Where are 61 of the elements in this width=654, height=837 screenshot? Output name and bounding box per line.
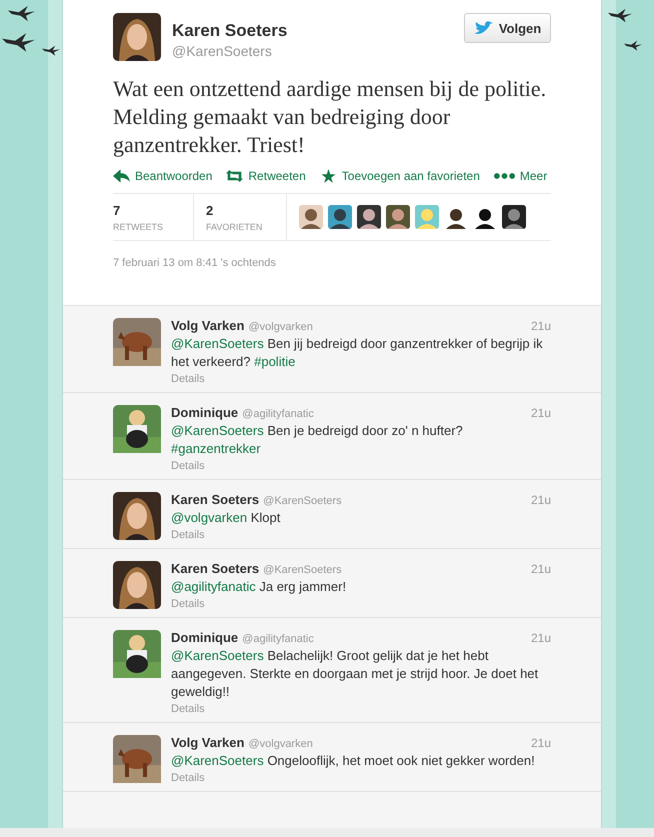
user-handle: @KarenSoeters: [172, 43, 273, 59]
tweet-text: Wat een ontzettend aardige mensen bij de politie. Melding gemaakt van bedreiging door ganzentrekker. Triest!: [113, 75, 548, 159]
bird-icon: [608, 8, 632, 22]
reply-link[interactable]: #ganzentrekker: [171, 441, 261, 456]
reply-text: @KarenSoeters Ben je bedreigd door zo' n hufter? #ganzentrekker: [171, 422, 464, 458]
reply-link[interactable]: @KarenSoeters: [171, 423, 264, 438]
details-link[interactable]: Details: [171, 372, 551, 386]
reply-link[interactable]: @volgvarken: [171, 510, 248, 525]
reply-time: 21u: [530, 493, 551, 507]
bird-icon: [624, 40, 642, 51]
stat-label: FAVORIETEN: [206, 222, 264, 232]
details-link[interactable]: Details: [171, 702, 551, 716]
details-link[interactable]: Details: [171, 771, 551, 785]
reply-link[interactable]: @KarenSoeters: [171, 648, 264, 663]
bird-icon: [2, 32, 35, 52]
reply-time: 21u: [530, 406, 551, 420]
reply-text: @KarenSoeters Ongelooflijk, het moet ook niet gekker worden!: [171, 752, 536, 770]
bird-icon: [8, 5, 35, 22]
reply-text: @agilityfanatic Ja erg jammer!: [171, 578, 348, 596]
stat-count: 2: [206, 203, 214, 218]
user-name[interactable]: Volg Varken: [171, 318, 244, 333]
reply-time: 21u: [530, 736, 551, 750]
more-link[interactable]: Meer: [494, 169, 548, 183]
reply-link[interactable]: @KarenSoeters: [171, 336, 264, 351]
reply-time: 21u: [530, 562, 551, 576]
retweet-link[interactable]: Retweeten: [226, 169, 306, 183]
user-name[interactable]: Karen Soeters: [171, 492, 260, 507]
reply-link[interactable]: @agilityfanatic: [171, 579, 256, 594]
user-name[interactable]: Karen Soeters: [171, 561, 260, 576]
user-name[interactable]: Volg Varken: [171, 735, 244, 750]
reply-time: 21u: [530, 631, 551, 645]
bird-icon: [474, 20, 493, 36]
more-icon: [494, 173, 515, 179]
reply-text: @volgvarken Klopt: [171, 509, 282, 527]
user-name[interactable]: Dominique: [171, 630, 238, 645]
user-name: Karen Soeters: [172, 21, 288, 41]
favorite-link[interactable]: Toevoegen aan favorieten: [320, 169, 480, 183]
details-link[interactable]: Details: [171, 459, 551, 473]
user-handle[interactable]: @KarenSoeters: [263, 495, 342, 507]
follow-button[interactable]: Volgen: [464, 13, 551, 43]
details-link[interactable]: Details: [171, 597, 551, 611]
stat-label: RETWEETS: [113, 222, 164, 232]
reply-text: @KarenSoeters Ben jij bedreigd door ganzentrekker of begrijp ik het verkeerd? #politie: [171, 335, 544, 371]
reply-link[interactable]: Beantwoorden: [113, 169, 212, 183]
retweet-icon: [226, 169, 244, 183]
user-handle[interactable]: @volgvarken: [248, 321, 313, 333]
tweet-timestamp: 7 februari 13 om 8:41 's ochtends: [113, 257, 277, 269]
details-link[interactable]: Details: [171, 528, 551, 542]
user-handle[interactable]: @agilityfanatic: [242, 633, 314, 645]
reply-text: @KarenSoeters Belachelijk! Groot gelijk dat je het hebt aangegeven. Sterkte en doorgaan met je strijd hoor. Je doet het geweldig!!: [171, 647, 540, 701]
user-handle[interactable]: @agilityfanatic: [242, 408, 314, 420]
user-handle[interactable]: @volgvarken: [248, 738, 313, 750]
user-name[interactable]: Dominique: [171, 405, 238, 420]
star-icon: [320, 169, 337, 183]
bird-icon: [42, 45, 60, 56]
reply-link[interactable]: #politie: [254, 354, 296, 369]
reply-icon: [113, 169, 130, 183]
user-handle[interactable]: @KarenSoeters: [263, 564, 342, 576]
reply-time: 21u: [530, 319, 551, 333]
reply-link[interactable]: @KarenSoeters: [171, 753, 264, 768]
stat-count: 7: [113, 203, 122, 218]
